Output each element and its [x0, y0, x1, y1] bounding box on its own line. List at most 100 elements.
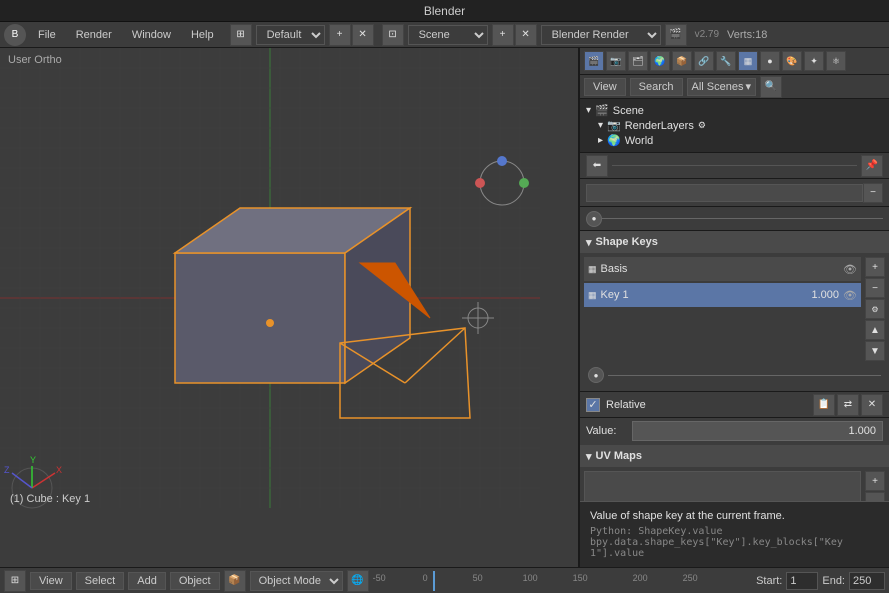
- end-value-field[interactable]: 250: [849, 572, 885, 590]
- search-icon-btn[interactable]: 🔍: [760, 76, 782, 98]
- scene-dropdown[interactable]: Scene: [408, 25, 488, 45]
- shape-keys-side-btns: + − ⚙ ▲ ▼: [865, 257, 885, 361]
- render-engine-dropdown[interactable]: Blender Render: [541, 25, 661, 45]
- menu-file[interactable]: File: [30, 27, 64, 43]
- props-nav-icon[interactable]: ⬅: [586, 155, 608, 177]
- view-button[interactable]: View: [584, 78, 626, 96]
- tooltip: Value of shape key at the current frame.…: [580, 501, 889, 567]
- uv-maps-arrow: ▾: [586, 450, 592, 463]
- timeline-cursor[interactable]: [433, 571, 435, 591]
- shape-key-up-btn[interactable]: ▲: [865, 320, 885, 340]
- value-display: 1.000: [848, 425, 876, 437]
- start-value-field[interactable]: 1: [786, 572, 818, 590]
- end-value: 250: [853, 575, 871, 587]
- shape-key-settings-btn[interactable]: ⚙: [865, 299, 885, 319]
- tree-row-scene[interactable]: ▾ 🎬 Scene: [584, 103, 885, 118]
- value-field[interactable]: 1.000: [632, 421, 883, 441]
- search-button[interactable]: Search: [630, 78, 683, 96]
- bottom-select-btn[interactable]: Select: [76, 572, 125, 590]
- world-icon: 🌍: [607, 134, 621, 147]
- info-bar: ⬅ 📌: [580, 153, 889, 179]
- remove-scene-btn[interactable]: ✕: [515, 24, 537, 46]
- viewport-icon2[interactable]: ⊡: [382, 24, 404, 46]
- remove-shape-key-btn[interactable]: −: [865, 278, 885, 298]
- menu-help[interactable]: Help: [183, 27, 222, 43]
- shape-key-circle-btn[interactable]: ●: [588, 367, 604, 383]
- uv-maps-header[interactable]: ▾ UV Maps: [580, 445, 889, 467]
- layout-dropdown[interactable]: Default: [256, 25, 325, 45]
- tree-row-renderlayers[interactable]: ▾ 📷 RenderLayers ⚙: [596, 118, 885, 133]
- props-scrollable-area[interactable]: − ● ▾ Shape Keys ▦: [580, 179, 889, 567]
- rel-btn-2[interactable]: ⇄: [837, 394, 859, 416]
- prop-tab-world[interactable]: 🌍: [650, 51, 670, 71]
- prop-tab-render[interactable]: 📷: [606, 51, 626, 71]
- prop-tab-constraints[interactable]: 🔗: [694, 51, 714, 71]
- screen-icon[interactable]: ⊞: [230, 24, 252, 46]
- key1-icon: ▦: [588, 290, 597, 301]
- add-layout-btn[interactable]: +: [329, 24, 351, 46]
- pin-icon[interactable]: 📌: [861, 155, 883, 177]
- prop-tab-material[interactable]: ●: [760, 51, 780, 71]
- object-icon[interactable]: 📦: [224, 570, 246, 592]
- bottom-add-btn[interactable]: Add: [128, 572, 166, 590]
- start-label: Start:: [756, 575, 782, 587]
- prop-tab-layers[interactable]: 🗂: [628, 51, 648, 71]
- timeline-area[interactable]: -50 0 50 100 150 200 250: [373, 571, 752, 591]
- add-shape-key-btn[interactable]: +: [865, 257, 885, 277]
- svg-text:Y: Y: [30, 455, 36, 465]
- shape-keys-container: ▦ Basis 👁 ▦ Key 1 1.000 👁: [584, 257, 885, 361]
- uv-maps-title: UV Maps: [596, 450, 642, 462]
- render-icon[interactable]: 🎬: [665, 24, 687, 46]
- prop-tab-object[interactable]: 📦: [672, 51, 692, 71]
- relative-label: Relative: [606, 399, 807, 411]
- bottom-toolbar: ⊞ View Select Add Object 📦 Object Mode 🌐…: [0, 567, 889, 593]
- shape-key-basis[interactable]: ▦ Basis 👁: [584, 257, 861, 281]
- blender-logo: B: [4, 24, 26, 46]
- key1-value: 1.000: [812, 289, 840, 301]
- tree-row-world[interactable]: ▸ 🌍 World: [596, 133, 885, 148]
- prop-tab-modifiers[interactable]: 🔧: [716, 51, 736, 71]
- shape-key-1[interactable]: ▦ Key 1 1.000 👁: [584, 283, 861, 307]
- svg-text:Z: Z: [4, 465, 10, 475]
- empty-side-btn[interactable]: −: [863, 183, 883, 203]
- viewport[interactable]: X Y Z User Ortho (1) Cube : Key 1: [0, 48, 579, 567]
- all-scenes-dropdown[interactable]: All Scenes ▾: [687, 78, 757, 96]
- add-scene-btn[interactable]: +: [492, 24, 514, 46]
- prop-tab-particles[interactable]: ✦: [804, 51, 824, 71]
- close-layout-btn[interactable]: ✕: [352, 24, 374, 46]
- timeline-num-5: 150: [573, 573, 588, 583]
- empty-input[interactable]: [586, 184, 863, 202]
- shape-key-down-btn[interactable]: ▼: [865, 341, 885, 361]
- timeline-num-4: 100: [523, 573, 538, 583]
- basis-icon: ▦: [588, 264, 597, 275]
- circle-btn-1[interactable]: ●: [586, 211, 602, 227]
- prop-tab-data[interactable]: ▦: [738, 51, 758, 71]
- renderlayers-label: RenderLayers: [625, 120, 694, 132]
- global-icon[interactable]: 🌐: [347, 570, 369, 592]
- bottom-viewport-icon[interactable]: ⊞: [4, 570, 26, 592]
- prop-tab-physics[interactable]: ⚛: [826, 51, 846, 71]
- rel-btn-x[interactable]: ✕: [861, 394, 883, 416]
- add-uv-btn[interactable]: +: [865, 471, 885, 491]
- prop-tab-texture[interactable]: 🎨: [782, 51, 802, 71]
- relative-btns: 📋 ⇄ ✕: [813, 394, 883, 416]
- menu-window[interactable]: Window: [124, 27, 179, 43]
- key1-eye-icon[interactable]: 👁: [843, 289, 857, 302]
- relative-checkbox[interactable]: ✓: [586, 398, 600, 412]
- timeline-num-6: 200: [633, 573, 648, 583]
- python-label: Python:: [590, 526, 632, 537]
- rel-btn-1[interactable]: 📋: [813, 394, 835, 416]
- menubar: B File Render Window Help ⊞ Default + ✕ …: [0, 22, 889, 48]
- basis-eye-icon[interactable]: 👁: [843, 263, 857, 276]
- tooltip-python-label: Python: ShapeKey.value: [590, 526, 879, 537]
- shape-keys-section: ▾ Shape Keys ▦ Basis 👁: [580, 231, 889, 443]
- renderlayers-expand-icon: ▾: [598, 120, 603, 131]
- shape-keys-header[interactable]: ▾ Shape Keys: [580, 231, 889, 253]
- bottom-view-btn[interactable]: View: [30, 572, 72, 590]
- viewport-grid: X Y Z: [0, 48, 578, 567]
- end-label: End:: [822, 575, 845, 587]
- bottom-object-btn[interactable]: Object: [170, 572, 220, 590]
- menu-render[interactable]: Render: [68, 27, 120, 43]
- prop-tab-scene[interactable]: 🎬: [584, 51, 604, 71]
- object-mode-dropdown[interactable]: Object Mode: [250, 571, 343, 591]
